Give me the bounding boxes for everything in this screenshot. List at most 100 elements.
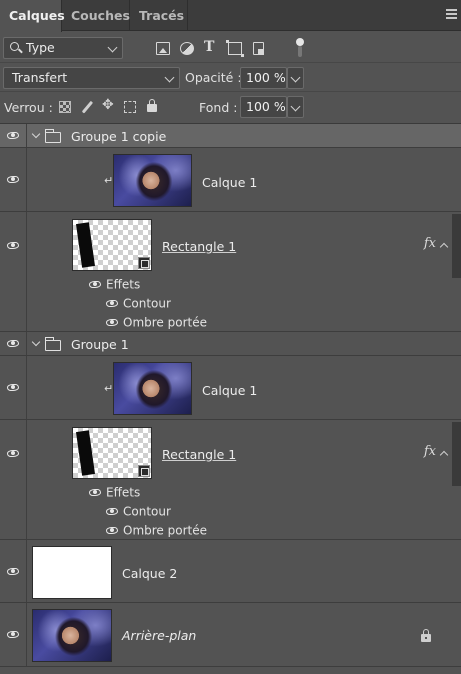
effects-header[interactable]: Effets — [89, 485, 140, 504]
lock-artboard-icon[interactable] — [124, 101, 136, 113]
eye-icon[interactable] — [106, 319, 118, 326]
eye-icon — [7, 631, 19, 638]
layer-name: Calque 1 — [202, 383, 258, 398]
visibility-toggle[interactable] — [0, 356, 27, 419]
filter-type-label: Type — [26, 40, 55, 55]
eye-icon — [7, 568, 19, 575]
effect-label: Contour — [123, 296, 171, 311]
adjustment-layer-filter-icon[interactable] — [180, 42, 194, 55]
lock-transparent-pixels-icon[interactable] — [59, 101, 71, 113]
panel-tabbar: Calques Couches Tracés — [0, 0, 461, 32]
fill-input[interactable]: 100 % — [240, 96, 287, 118]
lock-icon — [421, 629, 431, 642]
eye-icon[interactable] — [89, 281, 101, 288]
layer-calque-2[interactable]: Calque 2 — [0, 540, 461, 603]
folder-icon — [44, 337, 61, 351]
layer-group-1-copie[interactable]: Groupe 1 copie — [0, 124, 461, 148]
eye-icon[interactable] — [106, 527, 118, 534]
layer-name: Arrière-plan — [122, 628, 197, 643]
effects-header[interactable]: Effets — [89, 277, 140, 296]
eye-icon[interactable] — [106, 508, 118, 515]
layer-name: Groupe 1 copie — [71, 129, 167, 144]
vector-mask-icon — [138, 465, 150, 477]
eye-icon[interactable] — [106, 300, 118, 307]
chevron-down-icon — [290, 101, 301, 112]
visibility-toggle[interactable] — [0, 540, 27, 602]
clipping-mask-icon: ↵ — [104, 382, 114, 395]
lock-all-icon[interactable] — [147, 99, 157, 112]
blend-mode-value: Transfert — [12, 70, 68, 85]
shape-layer-filter-icon[interactable] — [226, 40, 244, 57]
clipping-mask-icon: ↵ — [104, 174, 114, 187]
effect-label: Ombre portée — [123, 315, 207, 330]
opacity-slider-button[interactable] — [287, 67, 304, 89]
layer-rectangle-1[interactable]: Rectangle 1 fx Effets Contour Ombre port… — [0, 212, 461, 332]
effect-contour[interactable]: Contour — [106, 504, 171, 523]
blend-row: Transfert Opacité : 100 % — [0, 64, 461, 92]
fill-label: Fond : — [199, 100, 238, 115]
visibility-toggle[interactable] — [0, 148, 27, 211]
chevron-up-icon[interactable] — [439, 450, 449, 460]
layer-background[interactable]: Arrière-plan — [0, 603, 461, 667]
chevron-down-icon[interactable] — [31, 129, 41, 139]
eye-icon[interactable] — [89, 489, 101, 496]
visibility-toggle[interactable] — [0, 332, 27, 355]
fill-slider-button[interactable] — [287, 96, 304, 118]
eye-icon — [7, 384, 19, 391]
effects-label: Effets — [106, 485, 141, 500]
layer-thumbnail — [113, 154, 192, 207]
effect-contour[interactable]: Contour — [106, 296, 171, 315]
vector-mask-icon — [138, 257, 150, 269]
eye-icon — [7, 242, 19, 249]
layer-calque-1[interactable]: ↵ Calque 1 — [0, 148, 461, 212]
blend-mode-select[interactable]: Transfert — [3, 67, 180, 89]
type-layer-filter-icon[interactable]: T — [204, 39, 218, 55]
tab-calques[interactable]: Calques — [0, 0, 65, 32]
eye-icon — [7, 340, 19, 347]
opacity-input[interactable]: 100 % — [240, 67, 287, 89]
layer-name: Rectangle 1 — [162, 239, 237, 254]
filter-toggle[interactable] — [296, 38, 304, 58]
layer-thumbnail — [72, 427, 152, 479]
visibility-toggle[interactable] — [0, 420, 27, 539]
layer-thumbnail — [32, 609, 112, 662]
effects-scrollbar[interactable] — [452, 214, 461, 278]
visibility-toggle[interactable] — [0, 124, 27, 147]
lock-image-pixels-icon[interactable] — [81, 101, 93, 113]
filter-row: Type T — [0, 33, 461, 63]
chevron-down-icon — [107, 42, 118, 53]
layers-list: Groupe 1 copie ↵ Calque 1 Rectangle 1 fx… — [0, 123, 461, 674]
layer-group-1[interactable]: Groupe 1 — [0, 332, 461, 356]
lock-position-icon[interactable]: ✥ — [102, 98, 114, 112]
fx-icon[interactable]: fx — [424, 444, 436, 459]
folder-icon — [44, 129, 61, 143]
visibility-toggle[interactable] — [0, 603, 27, 666]
layer-name: Calque 2 — [122, 566, 178, 581]
effects-label: Effets — [106, 277, 141, 292]
layer-rectangle-1[interactable]: Rectangle 1 fx Effets Contour Ombre port… — [0, 420, 461, 540]
pixel-layer-filter-icon[interactable] — [156, 42, 170, 55]
opacity-label: Opacité : — [185, 70, 242, 85]
lock-row: Verrou : ✥ Fond : 100 % — [0, 93, 461, 121]
fx-icon[interactable]: fx — [424, 236, 436, 251]
layer-thumbnail — [113, 362, 192, 415]
search-icon — [10, 42, 19, 51]
panel-menu-icon[interactable] — [446, 9, 457, 19]
eye-icon — [7, 132, 19, 139]
effect-label: Contour — [123, 504, 171, 519]
layer-name: Calque 1 — [202, 175, 258, 190]
layer-name: Rectangle 1 — [162, 447, 237, 462]
layer-calque-1[interactable]: ↵ Calque 1 — [0, 356, 461, 420]
filter-type-select[interactable]: Type — [3, 37, 123, 59]
visibility-toggle[interactable] — [0, 212, 27, 331]
tab-couches[interactable]: Couches — [62, 0, 130, 31]
chevron-up-icon[interactable] — [439, 242, 449, 252]
smart-object-filter-icon[interactable] — [253, 42, 264, 55]
layer-thumbnail — [72, 219, 152, 271]
tab-traces[interactable]: Tracés — [130, 0, 188, 31]
effects-scrollbar[interactable] — [452, 422, 461, 486]
eye-icon — [7, 450, 19, 457]
eye-icon — [7, 176, 19, 183]
layer-name: Groupe 1 — [71, 337, 129, 352]
chevron-down-icon[interactable] — [31, 337, 41, 347]
